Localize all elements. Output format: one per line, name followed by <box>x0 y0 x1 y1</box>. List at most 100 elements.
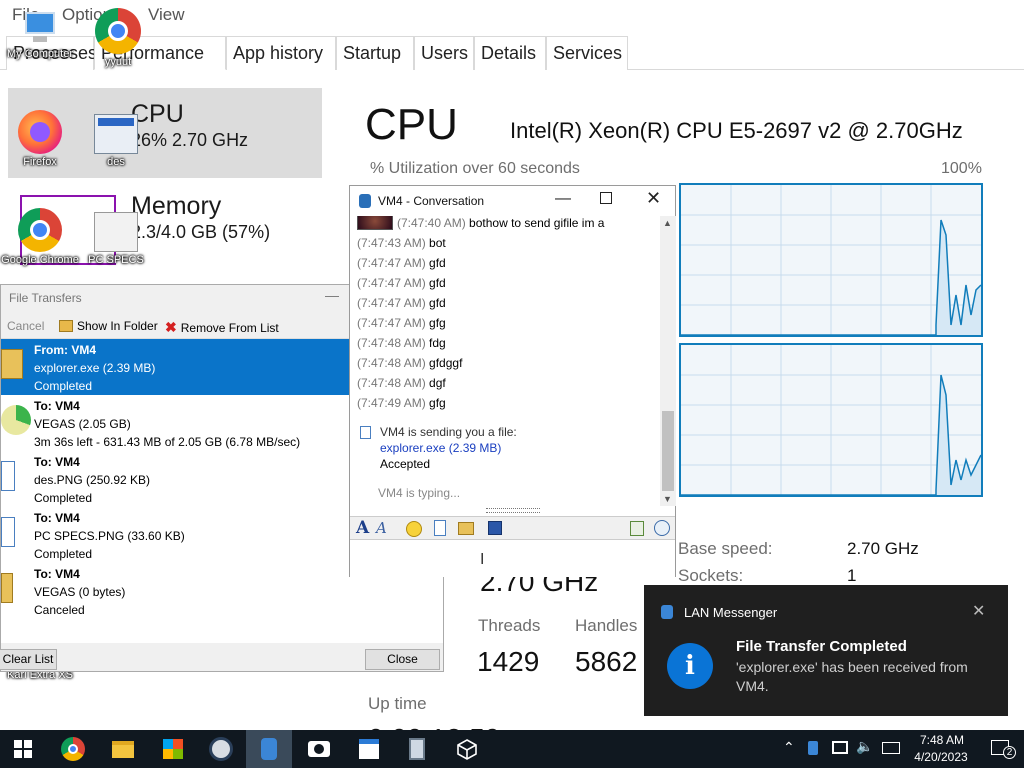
taskbar-calculator[interactable] <box>394 730 440 768</box>
close-button[interactable]: ✕ <box>646 188 661 209</box>
item-status: Completed <box>34 379 93 393</box>
message-time: (7:47:48 AM) <box>357 356 426 370</box>
scrollbar-thumb[interactable] <box>662 411 674 491</box>
conversation-window: VM4 - Conversation — ✕ (7:47:40 AM) both… <box>349 185 676 577</box>
file-icon <box>360 426 371 439</box>
chat-message: (7:47:48 AM) fdg <box>357 336 446 350</box>
message-time: (7:47:47 AM) <box>357 276 426 290</box>
taskbar-store[interactable] <box>150 730 196 768</box>
scroll-up-icon[interactable]: ▲ <box>663 218 672 228</box>
desktop-icon-label: des <box>107 156 125 168</box>
taskbar-3d-viewer[interactable] <box>444 730 490 768</box>
message-time: (7:47:43 AM) <box>357 236 426 250</box>
message-time: (7:47:49 AM) <box>357 396 426 410</box>
speaker-icon[interactable]: 🔈 <box>856 738 873 755</box>
sockets-value: 1 <box>847 566 857 585</box>
close-icon[interactable]: ✕ <box>972 601 985 621</box>
smiley-icon[interactable] <box>406 521 422 537</box>
messenger-tray-icon[interactable] <box>808 741 818 755</box>
remove-from-list-button[interactable]: ✖ Remove From List <box>165 319 279 336</box>
cube-icon <box>457 739 477 760</box>
taskbar-camera[interactable] <box>296 730 342 768</box>
chat-message: (7:47:43 AM) bot <box>357 236 446 250</box>
message-text: gfd <box>429 256 446 270</box>
scroll-down-icon[interactable]: ▼ <box>663 494 672 504</box>
desktop-icon-my-computer[interactable]: My Computer <box>0 8 80 60</box>
steam-icon <box>209 737 233 761</box>
base-speed-label: Base speed: <box>678 539 773 558</box>
desktop-icon-des[interactable]: des <box>76 114 156 168</box>
uptime-label: Up time <box>368 694 427 713</box>
font-color-icon[interactable]: A <box>376 519 387 537</box>
clear-list-button[interactable]: Clear List <box>0 649 57 670</box>
copy-icon[interactable] <box>630 521 644 536</box>
message-text: bothow to send gifile im a <box>469 216 605 230</box>
desktop-icon-label: My Computer <box>6 48 74 60</box>
message-input[interactable]: I <box>350 541 675 577</box>
calendar-icon <box>359 739 379 759</box>
chat-message: (7:47:47 AM) gfd <box>357 256 446 270</box>
file-link[interactable]: explorer.exe (2.39 MB) <box>380 441 501 455</box>
save-icon[interactable] <box>488 521 502 535</box>
windows-icon <box>14 740 32 758</box>
cpu-graph-0-plot <box>681 185 982 336</box>
cancel-button[interactable]: Cancel <box>7 319 44 333</box>
send-file-icon[interactable] <box>434 520 446 536</box>
taskbar-calendar[interactable] <box>346 730 392 768</box>
handles-label: Handles <box>575 616 638 635</box>
notification-toast[interactable]: LAN Messenger ✕ i File Transfer Complete… <box>644 585 1008 716</box>
clock-time[interactable]: 7:48 AM <box>912 733 972 747</box>
clock-date[interactable]: 4/20/2023 <box>906 750 976 764</box>
page-title: CPU <box>365 100 458 149</box>
minimize-button[interactable]: — <box>325 287 339 303</box>
remove-x-icon: ✖ <box>165 319 177 335</box>
desktop-icon-label: yyuut <box>104 56 132 68</box>
show-hidden-icons-chevron-icon[interactable]: ⌃ <box>783 739 795 756</box>
tab-services[interactable]: Services <box>546 36 628 70</box>
history-icon[interactable] <box>654 520 670 536</box>
message-text: bot <box>429 236 446 250</box>
window-title: VM4 - Conversation <box>378 194 485 208</box>
message-log: (7:47:40 AM) bothow to send gifile im a … <box>350 216 661 506</box>
message-text: fdg <box>429 336 446 350</box>
taskbar-file-explorer[interactable] <box>100 730 146 768</box>
minimize-button[interactable]: — <box>555 190 571 208</box>
desktop-icon-firefox[interactable]: Firefox <box>0 110 80 168</box>
desktop-icon-pc-specs[interactable]: PC SPECS <box>76 212 156 266</box>
threads-value: 1429 <box>477 646 540 677</box>
keyboard-icon[interactable] <box>882 742 900 754</box>
camera-icon <box>308 741 330 757</box>
progress-pie-icon <box>1 405 31 435</box>
show-in-folder-button[interactable]: Show In Folder <box>59 319 158 333</box>
threads-label: Threads <box>478 616 541 635</box>
message-time: (7:47:48 AM) <box>357 376 426 390</box>
splitter-handle[interactable] <box>486 508 540 513</box>
taskbar-lan-messenger[interactable] <box>246 730 292 768</box>
chat-message: (7:47:47 AM) gfd <box>357 296 446 310</box>
message-text: gfg <box>429 396 446 410</box>
network-icon[interactable] <box>832 741 848 754</box>
action-center-button[interactable]: 2 <box>980 730 1024 768</box>
tab-users[interactable]: Users <box>414 36 474 70</box>
message-time: (7:47:48 AM) <box>357 336 426 350</box>
tab-app-history[interactable]: App history <box>226 36 336 70</box>
close-button[interactable]: Close <box>365 649 440 670</box>
tab-details[interactable]: Details <box>474 36 546 70</box>
scrollbar[interactable]: ▲ ▼ <box>660 216 676 506</box>
chat-message: (7:47:40 AM) bothow to send gifile im a <box>397 216 604 230</box>
messenger-icon <box>261 738 277 760</box>
font-icon[interactable]: A <box>356 518 369 538</box>
chrome-icon <box>95 8 141 54</box>
utilization-max: 100% <box>941 160 982 177</box>
message-text: gfd <box>429 296 446 310</box>
send-folder-icon[interactable] <box>458 522 474 535</box>
calculator-icon <box>409 738 425 760</box>
maximize-button[interactable] <box>600 192 612 204</box>
tab-startup[interactable]: Startup <box>336 36 414 70</box>
messenger-icon <box>661 605 673 619</box>
taskbar-app[interactable] <box>198 730 244 768</box>
desktop-icon-yyuut[interactable]: yyuut <box>78 8 158 68</box>
desktop-icon-google-chrome[interactable]: Google Chrome <box>0 208 80 266</box>
taskbar-chrome[interactable] <box>50 730 96 768</box>
start-button[interactable] <box>0 730 46 768</box>
